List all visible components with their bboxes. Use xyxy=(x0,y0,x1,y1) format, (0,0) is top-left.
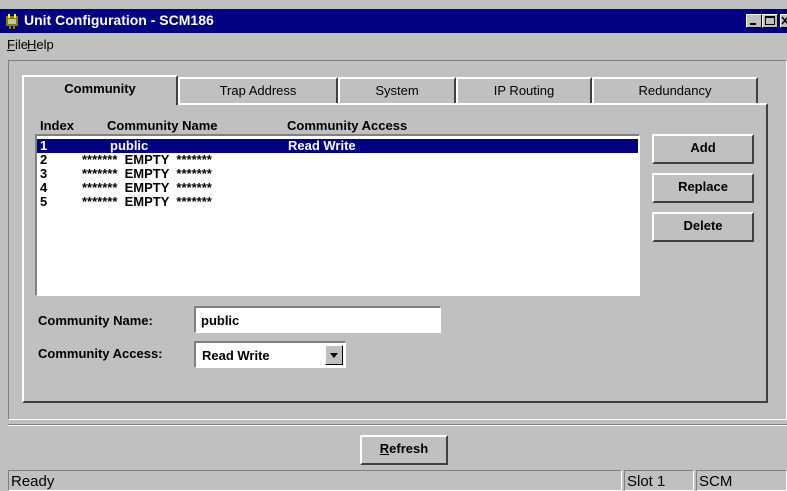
tab-label: IP Routing xyxy=(493,83,555,98)
tab-label: Community xyxy=(64,81,136,96)
maximize-icon xyxy=(765,16,775,25)
tab-ip-routing[interactable]: IP Routing xyxy=(456,77,592,103)
row-name: ******* EMPTY ******* xyxy=(82,180,212,195)
row-index: 2 xyxy=(40,152,48,167)
status-module: SCM xyxy=(699,473,733,490)
chevron-down-icon xyxy=(330,353,338,358)
replace-button[interactable]: Replace xyxy=(652,173,754,203)
refresh-accel: R xyxy=(379,441,390,456)
divider xyxy=(8,424,787,426)
row-name: public xyxy=(110,138,149,153)
list-item[interactable]: 3 ******* EMPTY ******* xyxy=(37,167,638,181)
list-item[interactable]: 4 ******* EMPTY ******* xyxy=(37,181,638,195)
minimize-button[interactable] xyxy=(746,14,762,28)
tab-label: Redundancy xyxy=(638,83,712,98)
row-name: ******* EMPTY ******* xyxy=(82,152,212,167)
app-icon xyxy=(4,13,20,29)
row-index: 5 xyxy=(40,194,48,209)
row-access: Read Write xyxy=(288,138,356,153)
menu-help-label: elp xyxy=(36,37,54,52)
close-button[interactable] xyxy=(780,14,787,28)
community-name-field[interactable] xyxy=(194,306,441,333)
delete-button-label: Delete xyxy=(683,218,723,233)
status-module-pane: SCM xyxy=(696,470,787,491)
menu-help-accel: H xyxy=(27,37,37,52)
delete-button[interactable]: Delete xyxy=(652,212,754,242)
minimize-icon xyxy=(750,23,756,25)
status-message: Ready xyxy=(11,473,55,490)
column-header-index: Index xyxy=(40,118,74,133)
status-slot-pane: Slot 1 xyxy=(624,470,694,491)
row-index: 4 xyxy=(40,180,48,195)
community-access-value: Read Write xyxy=(202,348,270,363)
replace-button-label: Replace xyxy=(678,179,728,194)
row-name: ******* EMPTY ******* xyxy=(82,166,212,181)
community-list[interactable]: 1 public Read Write 2 ******* EMPTY ****… xyxy=(35,134,640,296)
list-item[interactable]: 2 ******* EMPTY ******* xyxy=(37,153,638,167)
row-name: ******* EMPTY ******* xyxy=(82,194,212,209)
community-access-label: Community Access: xyxy=(38,346,163,361)
menu-bar: File Help xyxy=(0,33,787,55)
row-index: 3 xyxy=(40,166,48,181)
title-bar[interactable]: Unit Configuration - SCM186 xyxy=(0,9,787,33)
menu-file-accel: F xyxy=(7,37,15,52)
add-button-label: Add xyxy=(690,140,716,155)
refresh-button[interactable]: Refresh xyxy=(360,435,448,465)
close-icon xyxy=(781,16,787,25)
tab-system[interactable]: System xyxy=(338,77,456,103)
dropdown-button[interactable] xyxy=(325,345,343,365)
list-item[interactable]: 5 ******* EMPTY ******* xyxy=(37,195,638,209)
list-item[interactable]: 1 public Read Write xyxy=(37,139,638,153)
column-header-access: Community Access xyxy=(287,118,408,133)
tab-community[interactable]: Community xyxy=(22,75,178,105)
row-index: 1 xyxy=(40,138,48,153)
menu-help[interactable]: Help xyxy=(27,37,54,52)
menu-file[interactable]: File xyxy=(7,37,28,52)
window-title: Unit Configuration - SCM186 xyxy=(24,12,214,28)
refresh-label: efresh xyxy=(389,441,429,456)
status-slot: Slot 1 xyxy=(627,473,666,490)
tab-label: System xyxy=(375,83,419,98)
maximize-button[interactable] xyxy=(762,14,778,28)
status-bar: Ready Slot 1 SCM xyxy=(0,470,787,491)
community-access-select[interactable]: Read Write xyxy=(194,341,346,368)
add-button[interactable]: Add xyxy=(652,134,754,164)
tab-redundancy[interactable]: Redundancy xyxy=(592,77,758,103)
tab-label: Trap Address xyxy=(219,83,297,98)
column-header-name: Community Name xyxy=(107,118,218,133)
status-message-pane: Ready xyxy=(8,470,622,491)
community-name-label: Community Name: xyxy=(38,313,153,328)
tab-trap-address[interactable]: Trap Address xyxy=(178,77,338,103)
